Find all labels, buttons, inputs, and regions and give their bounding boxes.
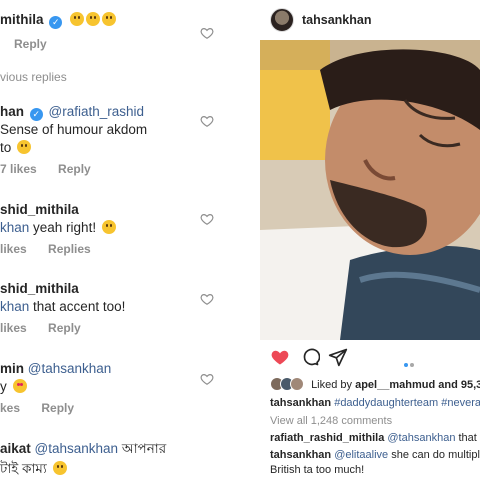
- heart-outline-icon[interactable]: [200, 114, 214, 128]
- post-comment-username[interactable]: tahsankhan: [270, 449, 331, 461]
- comment-line: han ✓ @rafiath_rashid: [0, 104, 144, 121]
- reply-link[interactable]: Reply: [14, 37, 47, 51]
- comment-meta: 7 likes Reply: [0, 162, 109, 176]
- heart-outline-icon[interactable]: [200, 26, 214, 40]
- comment-thread-panel: mithila ✓ Reply vious replies han ✓ @raf…: [0, 0, 232, 480]
- post-comment-text: that acc: [458, 432, 480, 444]
- post-comment: rafiath_rashid_mithila @tahsankhan that …: [270, 431, 480, 445]
- verified-badge-icon: ✓: [29, 108, 43, 121]
- comment-meta: likes Replies: [0, 242, 109, 256]
- likes-count[interactable]: 7 likes: [0, 162, 37, 176]
- comment-username[interactable]: aikat: [0, 441, 31, 456]
- comment-mention[interactable]: khan: [0, 299, 29, 314]
- comment-icon[interactable]: [300, 347, 320, 367]
- comment-meta: likes Reply: [0, 321, 99, 335]
- post-comment-text: she can do multiple: [388, 449, 480, 461]
- liked-by-prefix: Liked by: [311, 379, 356, 391]
- share-icon[interactable]: [328, 347, 348, 367]
- comment-line: টাই কাম্য: [0, 461, 67, 477]
- comment-text-line: to: [0, 140, 32, 156]
- post-actions: [260, 345, 480, 371]
- comment-username[interactable]: mithila: [0, 12, 44, 27]
- comment-username: shid_mithila: [0, 202, 79, 218]
- reply-link[interactable]: Replies: [48, 242, 91, 256]
- comment-mention[interactable]: @tahsankhan: [28, 361, 112, 376]
- liked-by-count[interactable]: and 95,30: [435, 379, 480, 391]
- emoji-icon: [101, 220, 116, 234]
- liked-by-line: Liked by apel__mahmud and 95,30: [270, 377, 480, 392]
- post-comment-text: British ta too much!: [270, 464, 365, 476]
- verified-badge-icon: ✓: [49, 16, 63, 29]
- post-username[interactable]: tahsankhan: [302, 13, 371, 27]
- comment-username: shid_mithila: [0, 281, 79, 297]
- comment-line: aikat @tahsankhan আপনার: [0, 441, 166, 457]
- view-all-comments-link[interactable]: View all 1,248 comments: [270, 414, 392, 428]
- comment-text: that accent too!: [29, 299, 126, 314]
- comment-username[interactable]: han: [0, 104, 24, 119]
- post-photo[interactable]: [260, 40, 480, 340]
- comment-mention[interactable]: @tahsankhan: [35, 441, 119, 456]
- emoji-icon: [52, 461, 67, 475]
- comment-text: টাই কাম্য: [0, 461, 47, 476]
- avatar[interactable]: [270, 8, 294, 32]
- comment-line: y: [0, 379, 27, 395]
- comment-text: আপনার: [118, 441, 167, 456]
- reply-link[interactable]: Reply: [41, 401, 74, 415]
- caption-username[interactable]: tahsankhan: [270, 397, 331, 409]
- caption: tahsankhan #daddydaughterteam #neverad: [270, 396, 480, 410]
- liked-by-user[interactable]: apel__mahmud: [355, 379, 435, 391]
- reply-link[interactable]: Reply: [58, 162, 91, 176]
- comment-text: Sense of humour akdom: [0, 122, 148, 137]
- emoji-icon: [17, 140, 32, 154]
- carousel-dots-icon: [404, 354, 418, 367]
- emoji-icon: [86, 12, 101, 26]
- heart-eyes-emoji-icon: [12, 379, 27, 393]
- heart-outline-icon[interactable]: [200, 372, 214, 386]
- post-comment-mention[interactable]: @tahsankhan: [384, 432, 455, 444]
- likes-count[interactable]: kes: [0, 401, 20, 415]
- likes-count[interactable]: likes: [0, 321, 27, 335]
- caption-hashtags[interactable]: #daddydaughterteam #neverad: [331, 397, 480, 409]
- emoji-icon: [70, 12, 85, 26]
- post-header: tahsankhan: [260, 0, 480, 40]
- comment-username[interactable]: shid_mithila: [0, 281, 79, 296]
- comment-username[interactable]: shid_mithila: [0, 202, 79, 217]
- comment-mention[interactable]: khan: [0, 220, 29, 235]
- comment-meta: Reply: [14, 37, 65, 51]
- heart-outline-icon[interactable]: [200, 292, 214, 306]
- post-photo-image: [260, 40, 480, 340]
- heart-filled-icon[interactable]: [270, 347, 290, 367]
- post-comment-username[interactable]: rafiath_rashid_mithila: [270, 432, 384, 444]
- post-comment-mention[interactable]: @elitaalive: [331, 449, 388, 461]
- liked-by-avatars: [270, 377, 304, 391]
- comment-username[interactable]: min: [0, 361, 24, 376]
- comment-text: to: [0, 140, 12, 155]
- emoji-icon: [102, 12, 117, 26]
- comment-text: yeah right!: [29, 220, 97, 235]
- comment-line: min @tahsankhan: [0, 361, 111, 377]
- comment-line: mithila ✓: [0, 12, 117, 29]
- comment-text: y: [0, 379, 7, 394]
- comment-mention[interactable]: @rafiath_rashid: [49, 104, 145, 119]
- view-previous-replies[interactable]: vious replies: [0, 70, 67, 84]
- likes-count[interactable]: likes: [0, 242, 27, 256]
- post-comment: tahsankhan @elitaalive she can do multip…: [270, 448, 480, 462]
- heart-outline-icon[interactable]: [200, 212, 214, 226]
- reply-link[interactable]: Reply: [48, 321, 81, 335]
- comment-meta: kes Reply: [0, 401, 92, 415]
- instagram-post: tahsankhan Liked by apel__mahmud and 95,…: [260, 0, 480, 480]
- comment-line: khan yeah right!: [0, 220, 116, 236]
- comment-line: khan that accent too!: [0, 299, 125, 315]
